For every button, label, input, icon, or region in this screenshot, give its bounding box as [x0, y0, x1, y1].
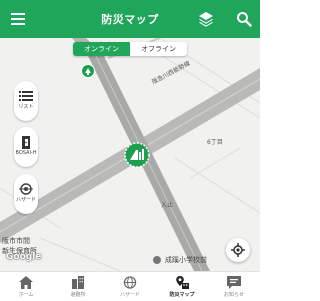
search-icon[interactable]	[234, 9, 254, 29]
online-tab[interactable]: オンライン	[73, 42, 130, 56]
poi-label: 成蹊小学校前	[165, 256, 207, 264]
app-header: 防災マップ	[0, 0, 260, 38]
page-title: 防災マップ	[101, 13, 159, 26]
message-icon	[227, 276, 241, 289]
crossing-label: 入止	[161, 202, 174, 209]
list-icon	[19, 91, 33, 101]
hazard-icon	[19, 183, 33, 195]
google-attribution: Google	[6, 252, 42, 262]
tab-hazard-label: ハザード	[119, 292, 140, 298]
tab-shelter[interactable]: 避難所	[52, 272, 104, 301]
place-label-1: 阪市市間	[2, 237, 30, 245]
disaster-map-icon	[176, 276, 189, 289]
tab-disaster-map-label: 防災マップ	[169, 292, 195, 298]
hazard-button[interactable]: ハザード	[14, 174, 38, 214]
shelter-icon	[72, 276, 84, 289]
crosshair-icon	[231, 243, 245, 257]
tab-home-label: ホーム	[18, 292, 34, 298]
offline-tab[interactable]: オフライン	[130, 42, 187, 56]
exit-button-label: BOSAI-H	[15, 150, 37, 156]
list-button[interactable]: リスト	[14, 81, 38, 121]
globe-icon	[123, 276, 137, 289]
connection-toggle: オンライン オフライン	[73, 42, 187, 56]
exit-door-icon	[22, 136, 30, 149]
layers-icon[interactable]	[196, 10, 216, 28]
exit-button[interactable]: BOSAI-H	[14, 127, 38, 167]
map-view[interactable]: 阪急川西能勢線 6丁目 入止 阪市市間 新生保育所 成蹊小学校前 リスト BOS…	[0, 38, 260, 271]
list-button-label: リスト	[18, 104, 34, 110]
my-location-button[interactable]	[226, 238, 250, 262]
shelter-marker-small[interactable]	[81, 64, 95, 84]
tab-notices-label: お知らせ	[224, 292, 244, 298]
tab-hazard[interactable]: ハザード	[104, 272, 156, 301]
tab-notices[interactable]: お知らせ	[208, 272, 260, 301]
tab-shelter-label: 避難所	[70, 292, 86, 298]
home-icon	[19, 276, 33, 289]
district-label: 6丁目	[207, 139, 223, 146]
tab-home[interactable]: ホーム	[0, 272, 52, 301]
hazard-button-label: ハザード	[15, 197, 36, 203]
bottom-tab-bar: ホーム 避難所 ハザード 防災マップ お知らせ	[0, 271, 260, 301]
tab-disaster-map[interactable]: 防災マップ	[156, 272, 208, 301]
shelter-marker-selected[interactable]	[124, 142, 150, 174]
